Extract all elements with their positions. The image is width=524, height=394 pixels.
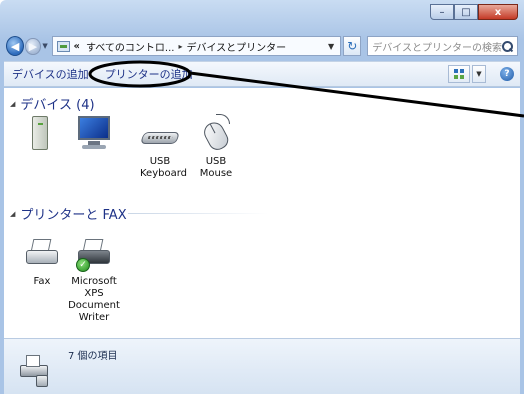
printer-item-fax[interactable]: Fax xyxy=(14,234,70,288)
group-title: デバイス (4) xyxy=(20,98,95,113)
mouse-icon xyxy=(196,114,236,154)
forward-button[interactable]: ▶ xyxy=(25,37,41,55)
history-dropdown[interactable]: ▼ xyxy=(41,42,50,50)
close-button[interactable]: x xyxy=(478,4,518,20)
breadcrumb-devices-and-printers[interactable]: デバイスとプリンター xyxy=(186,39,286,54)
device-item-usb-mouse[interactable]: USB Mouse xyxy=(188,114,244,180)
device-list-pane: ◢ デバイス (4) USB Keyboard USB Mouse ◢ プリンタ… xyxy=(4,88,520,338)
status-bar: 7 個の項目 xyxy=(4,338,520,394)
item-count-text: 7 個の項目 xyxy=(68,351,118,362)
view-options-dropdown[interactable]: ▼ xyxy=(472,65,486,83)
search-input[interactable]: デバイスとプリンターの検索 xyxy=(367,36,518,56)
device-label: USB Keyboard xyxy=(140,156,188,179)
help-button[interactable]: ? xyxy=(500,67,514,81)
collapse-triangle-icon[interactable]: ◢ xyxy=(10,100,15,108)
collapse-triangle-icon[interactable]: ◢ xyxy=(10,210,15,218)
group-header-printers[interactable]: ◢ プリンターと FAX xyxy=(10,204,127,223)
printer-icon: ✓ xyxy=(74,234,114,274)
devices-and-printers-icon xyxy=(14,349,54,389)
breadcrumb-separator-icon[interactable]: ▸ xyxy=(178,42,182,51)
group-divider xyxy=(128,213,268,214)
change-view-button[interactable] xyxy=(448,65,470,83)
refresh-button[interactable]: ↻ xyxy=(343,36,362,56)
monitor-icon xyxy=(74,114,114,154)
printer-item-xps-writer[interactable]: ✓ Microsoft XPS Document Writer xyxy=(66,234,122,324)
device-label: USB Mouse xyxy=(199,156,233,179)
address-dropdown-icon[interactable]: ▼ xyxy=(328,42,334,51)
add-device-command[interactable]: デバイスの追加 xyxy=(12,66,89,82)
printer-label: Fax xyxy=(33,276,51,287)
breadcrumb-control-panel[interactable]: すべてのコントロ... xyxy=(86,39,174,54)
command-bar: デバイスの追加 プリンターの追加 ▼ ? xyxy=(4,61,520,87)
search-placeholder: デバイスとプリンターの検索 xyxy=(372,42,502,54)
computer-tower-icon xyxy=(20,114,60,154)
navigation-bar: ◀ ▶ ▼ « すべてのコントロ... ▸ デバイスとプリンター ▼ ↻ デバイ… xyxy=(6,34,518,58)
default-printer-check-icon: ✓ xyxy=(76,258,90,272)
address-bar[interactable]: « すべてのコントロ... ▸ デバイスとプリンター ▼ xyxy=(51,36,342,56)
address-overflow-chevron[interactable]: « xyxy=(74,41,80,52)
blank-region xyxy=(204,238,334,318)
keyboard-icon xyxy=(140,114,180,154)
device-item-computer[interactable] xyxy=(12,114,68,156)
fax-icon xyxy=(22,234,62,274)
caption-buttons: – □ x xyxy=(430,4,518,20)
device-item-monitor[interactable] xyxy=(66,114,122,156)
back-button[interactable]: ◀ xyxy=(6,36,25,56)
group-header-devices[interactable]: ◢ デバイス (4) xyxy=(10,94,95,113)
add-printer-command[interactable]: プリンターの追加 xyxy=(105,66,193,82)
device-item-usb-keyboard[interactable]: USB Keyboard xyxy=(132,114,188,180)
group-title: プリンターと FAX xyxy=(20,208,127,223)
maximize-button[interactable]: □ xyxy=(454,4,478,20)
minimize-button[interactable]: – xyxy=(430,4,454,20)
control-panel-icon xyxy=(56,40,70,52)
printer-label: Microsoft XPS Document Writer xyxy=(68,276,120,323)
large-icons-view-icon xyxy=(454,69,464,79)
search-icon[interactable] xyxy=(501,40,513,52)
